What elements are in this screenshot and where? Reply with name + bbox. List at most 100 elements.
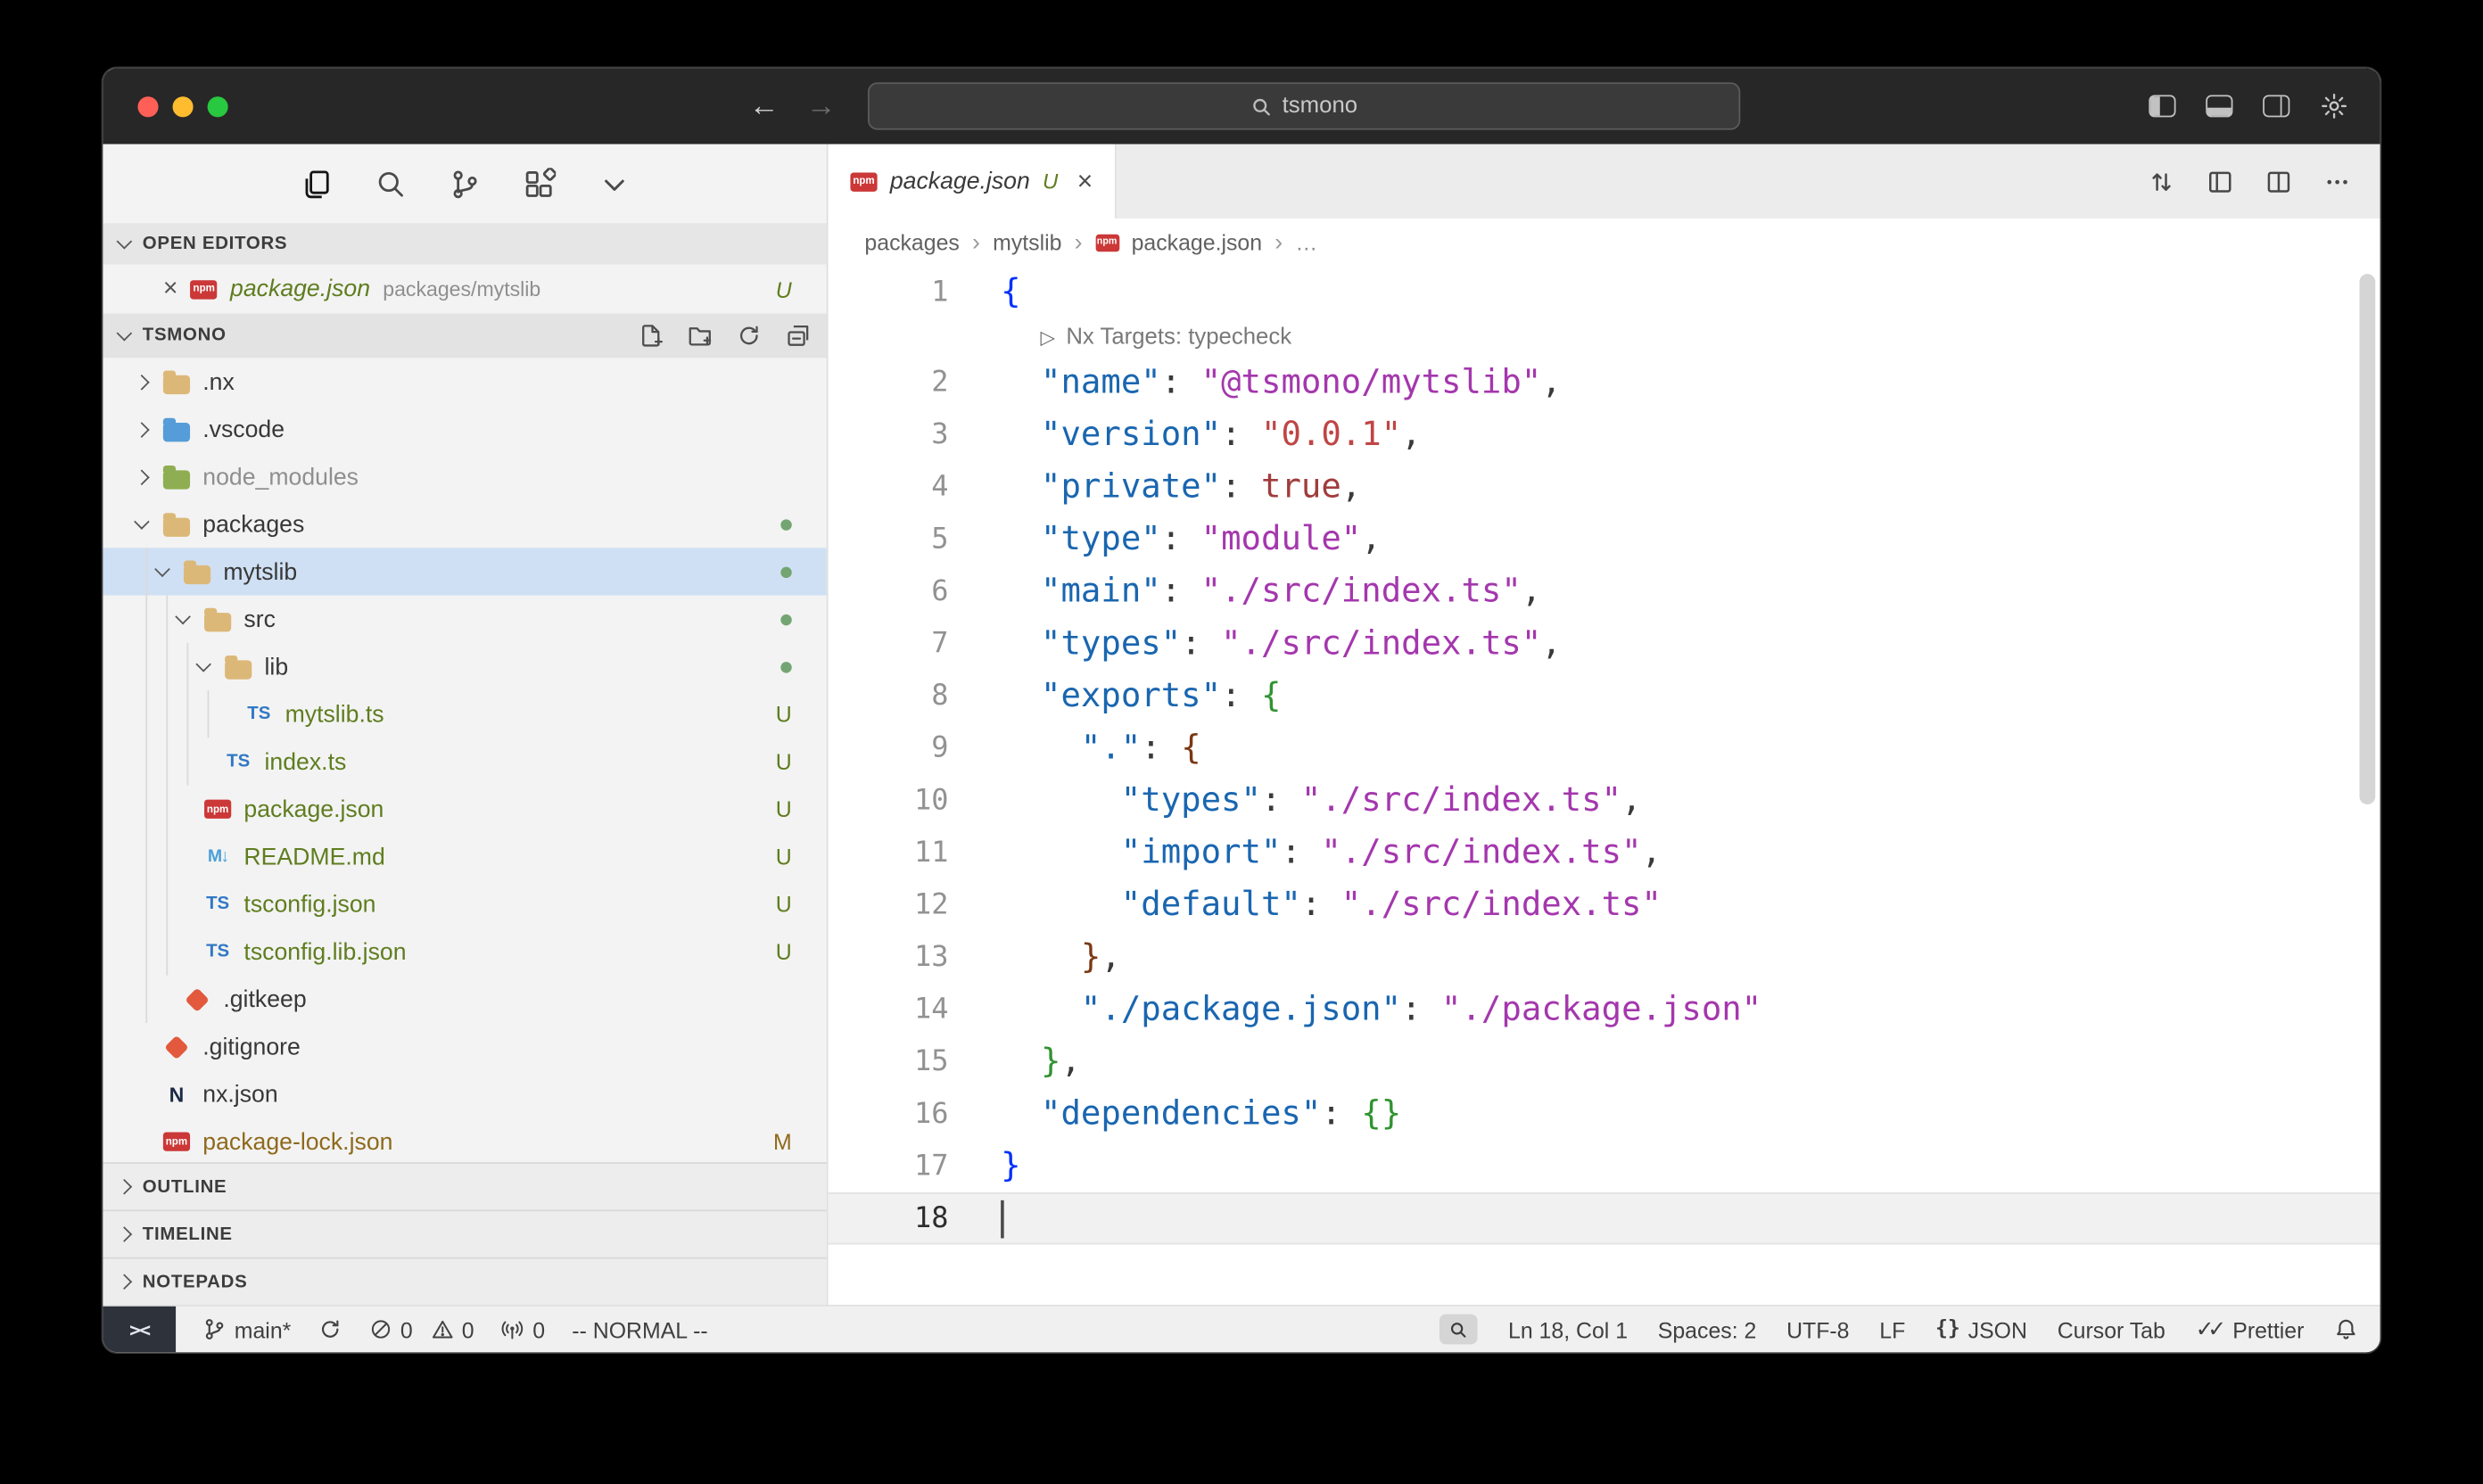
tree-item-node_modules[interactable]: node_modules xyxy=(103,453,826,500)
close-editor-icon[interactable]: × xyxy=(163,276,178,301)
zoom-indicator[interactable] xyxy=(1440,1315,1479,1345)
chevron-separator-icon: › xyxy=(972,229,980,256)
code-line-2[interactable]: 2 "name": "@tsmono/mytslib", xyxy=(829,356,2380,408)
code-line-4[interactable]: 4 "private": true, xyxy=(829,461,2380,514)
git-status-badge: U xyxy=(776,702,792,727)
git-status-badge: U xyxy=(776,276,792,301)
tree-item-nx.json[interactable]: Nnx.json xyxy=(103,1070,826,1117)
notifications-bell-button[interactable] xyxy=(2334,1317,2358,1341)
code-line-18[interactable]: 18 xyxy=(829,1192,2380,1245)
compare-changes-button[interactable] xyxy=(2148,167,2176,195)
code-line-16[interactable]: 16 "dependencies": {} xyxy=(829,1088,2380,1141)
tree-item-tsconfig.json[interactable]: TStsconfig.jsonU xyxy=(103,880,826,928)
tree-item-.gitkeep[interactable]: .gitkeep xyxy=(103,976,826,1023)
code-line-13[interactable]: 13 }, xyxy=(829,931,2380,984)
tree-item-src[interactable]: src xyxy=(103,596,826,643)
tree-item-.nx[interactable]: .nx xyxy=(103,358,826,405)
chevron-right-icon xyxy=(117,1274,133,1290)
minimize-window-button[interactable] xyxy=(173,95,194,116)
cursor-position-indicator[interactable]: Ln 18, Col 1 xyxy=(1508,1316,1628,1341)
open-editor-item-package-json[interactable]: × npm package.json packages/mytslib U xyxy=(103,265,826,314)
sync-changes-button[interactable] xyxy=(318,1317,342,1341)
timeline-section-header[interactable]: TIMELINE xyxy=(103,1209,826,1257)
breadcrumb-item-packages[interactable]: packages xyxy=(864,229,959,254)
code-line-12[interactable]: 12 "default": "./src/index.ts" xyxy=(829,878,2380,931)
encoding-indicator[interactable]: UTF-8 xyxy=(1786,1316,1849,1341)
collapse-folders-button[interactable] xyxy=(786,323,811,348)
formatter-indicator[interactable]: ✓✓ Prettier xyxy=(2196,1315,2305,1342)
search-view-icon[interactable] xyxy=(374,167,407,200)
code-line-1[interactable]: 1{ xyxy=(829,266,2380,318)
remote-indicator[interactable]: >< xyxy=(103,1307,176,1352)
indentation-indicator[interactable]: Spaces: 2 xyxy=(1658,1316,1757,1341)
tree-item-label: mytslib xyxy=(223,558,297,585)
git-status-badge: M xyxy=(773,1129,792,1154)
tree-item-package.json[interactable]: npmpackage.jsonU xyxy=(103,786,826,833)
tree-item-.vscode[interactable]: .vscode xyxy=(103,406,826,453)
tree-item-mytslib[interactable]: mytslib xyxy=(103,548,826,595)
codelens-nx-targets[interactable]: ▷Nx Targets: typecheck xyxy=(829,318,2380,357)
cursor-tab-indicator[interactable]: Cursor Tab xyxy=(2058,1316,2165,1341)
more-actions-button[interactable] xyxy=(2323,167,2352,195)
close-tab-button[interactable]: × xyxy=(1077,168,1093,194)
outline-section-header[interactable]: OUTLINE xyxy=(103,1162,826,1209)
tree-item-index.ts[interactable]: TSindex.tsU xyxy=(103,738,826,785)
settings-gear-icon[interactable] xyxy=(2320,92,2348,120)
code-editor[interactable]: 1{▷Nx Targets: typecheck2 "name": "@tsmo… xyxy=(829,266,2380,1305)
tree-item-package-lock.json[interactable]: npmpackage-lock.jsonM xyxy=(103,1118,826,1163)
code-line-7[interactable]: 7 "types": "./src/index.ts", xyxy=(829,617,2380,670)
project-section-header[interactable]: TSMONO xyxy=(103,314,826,359)
problems-indicator[interactable]: 0 0 xyxy=(368,1316,474,1341)
source-control-icon[interactable] xyxy=(448,167,481,200)
explorer-icon[interactable] xyxy=(300,167,333,200)
breadcrumb-item-symbol[interactable]: … xyxy=(1295,229,1317,254)
code-line-8[interactable]: 8 "exports": { xyxy=(829,670,2380,722)
code-line-5[interactable]: 5 "type": "module", xyxy=(829,513,2380,565)
tab-package-json[interactable]: npm package.json U × xyxy=(829,144,1117,218)
code-line-3[interactable]: 3 "version": "0.0.1", xyxy=(829,408,2380,461)
tree-item-lib[interactable]: lib xyxy=(103,643,826,690)
code-line-11[interactable]: 11 "import": "./src/index.ts", xyxy=(829,827,2380,879)
code-line-6[interactable]: 6 "main": "./src/index.ts", xyxy=(829,565,2380,618)
code-line-14[interactable]: 14 "./package.json": "./package.json" xyxy=(829,984,2380,1036)
new-file-button[interactable] xyxy=(639,323,664,348)
code-line-10[interactable]: 10 "types": "./src/index.ts", xyxy=(829,774,2380,827)
open-changes-button[interactable] xyxy=(2206,167,2234,195)
tree-item-label: .gitignore xyxy=(202,1034,301,1060)
toggle-panel-button[interactable] xyxy=(2206,95,2232,118)
maximize-window-button[interactable] xyxy=(208,95,228,116)
editor-scrollbar[interactable] xyxy=(2359,274,2375,804)
tree-item-mytslib.ts[interactable]: TSmytslib.tsU xyxy=(103,690,826,738)
extensions-icon[interactable] xyxy=(523,167,556,200)
desktop-background: ← → tsmono xyxy=(0,0,2483,1484)
toggle-secondary-sidebar-button[interactable] xyxy=(2263,95,2289,118)
close-window-button[interactable] xyxy=(137,95,158,116)
refresh-explorer-button[interactable] xyxy=(737,323,762,348)
new-folder-button[interactable] xyxy=(688,323,713,348)
code-line-9[interactable]: 9 ".": { xyxy=(829,722,2380,775)
command-center-search[interactable]: tsmono xyxy=(868,82,1740,129)
toggle-sidebar-button[interactable] xyxy=(2149,95,2175,118)
more-views-chevron-icon[interactable] xyxy=(597,167,630,200)
eol-indicator[interactable]: LF xyxy=(1879,1316,1905,1341)
breadcrumb-item-package-json[interactable]: package.json xyxy=(1132,229,1263,254)
branch-indicator[interactable]: main* xyxy=(202,1316,291,1341)
navigate-forward-button[interactable]: → xyxy=(806,91,837,121)
language-mode-indicator[interactable]: {} JSON xyxy=(1935,1316,2027,1341)
tree-item-packages[interactable]: packages xyxy=(103,500,826,548)
open-editors-section-header[interactable]: OPEN EDITORS xyxy=(103,223,826,264)
tree-item-tsconfig.lib.json[interactable]: TStsconfig.lib.jsonU xyxy=(103,928,826,975)
ports-indicator[interactable]: 0 xyxy=(501,1316,545,1341)
notepads-section-header[interactable]: NOTEPADS xyxy=(103,1257,826,1305)
chevron-down-icon xyxy=(117,234,133,250)
split-editor-button[interactable] xyxy=(2264,167,2293,195)
git-status-badge: U xyxy=(776,892,792,917)
navigate-back-button[interactable]: ← xyxy=(749,91,780,121)
breadcrumb-item-mytslib[interactable]: mytslib xyxy=(993,229,1061,254)
code-line-15[interactable]: 15 }, xyxy=(829,1035,2380,1088)
tree-item-.gitignore[interactable]: .gitignore xyxy=(103,1023,826,1070)
git-modified-dot xyxy=(780,661,791,672)
code-line-17[interactable]: 17} xyxy=(829,1140,2380,1192)
indent-guide xyxy=(208,690,210,738)
tree-item-README.md[interactable]: M↓README.mdU xyxy=(103,833,826,880)
